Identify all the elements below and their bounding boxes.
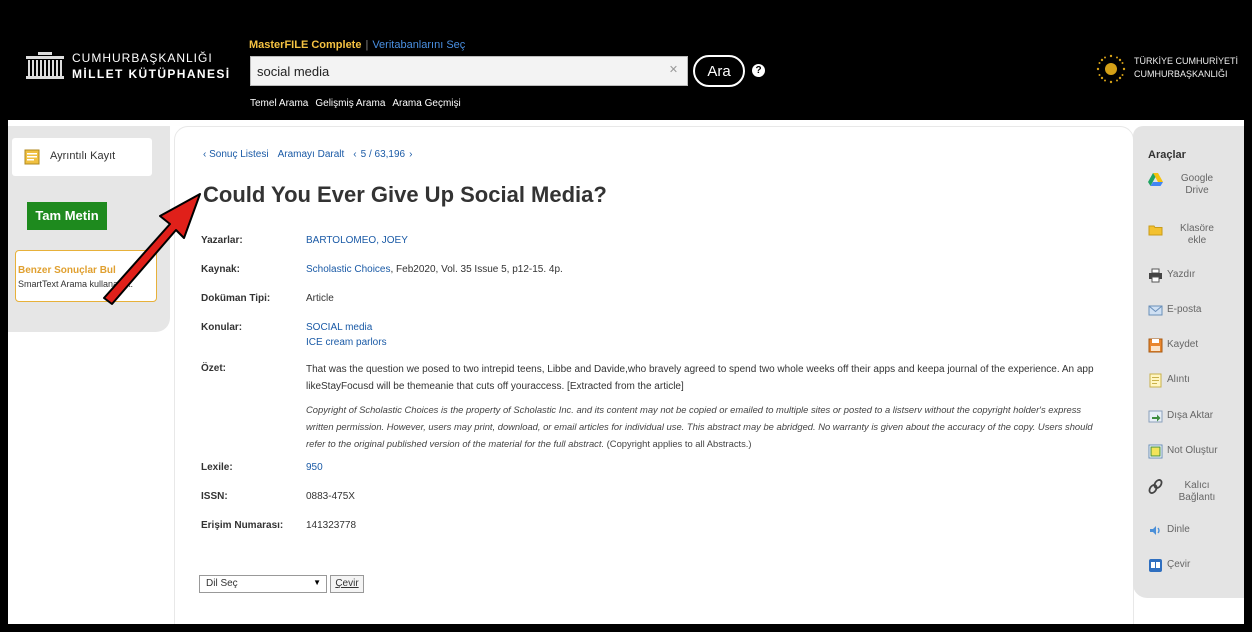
library-logo[interactable]: CUMHURBAŞKANLIĞI MİLLET KÜTÜPHANESİ: [26, 46, 229, 86]
full-text-button[interactable]: Tam Metin: [27, 202, 107, 230]
subjects-label: Konular:: [201, 322, 243, 333]
tab-search-history[interactable]: Arama Geçmişi: [392, 98, 460, 109]
language-select-value: Dil Seç: [206, 578, 238, 589]
tool-label: E-posta: [1167, 304, 1202, 315]
presidency-seal-icon: [1096, 54, 1126, 84]
tools-title: Araçlar: [1148, 149, 1186, 161]
lexile-label: Lexile:: [201, 462, 233, 473]
source-details: , Feb2020, Vol. 35 Issue 5, p12-15. 4p.: [390, 264, 563, 275]
permalink-icon: [1148, 479, 1163, 494]
tool-label: Klasöre ekle: [1180, 223, 1214, 246]
abstract-text: That was the question we posed to two in…: [306, 364, 1094, 392]
tool-label: Dinle: [1167, 524, 1190, 535]
export-icon: [1148, 410, 1163, 423]
issn-value: 0883-475X: [306, 491, 355, 502]
presidency-line-2: CUMHURBAŞKANLIĞI: [1134, 69, 1228, 79]
result-navigation: ‹ Sonuç Listesi Aramayı Daralt ‹ 5 / 63,196…: [203, 149, 421, 160]
document-type-value: Article: [306, 293, 334, 304]
tool-label: Kaydet: [1167, 339, 1199, 350]
clear-search-icon[interactable]: ✕: [668, 65, 679, 76]
result-list-link[interactable]: ‹ Sonuç Listesi: [203, 149, 269, 160]
help-icon[interactable]: ?: [752, 64, 765, 77]
tab-basic-search[interactable]: Temel Arama: [250, 98, 308, 109]
logo-line-1: CUMHURBAŞKANLIĞI: [72, 51, 213, 65]
tool-label: Alıntı: [1167, 374, 1190, 385]
search-box: ✕: [250, 56, 688, 86]
tool-label: Not Oluştur: [1167, 445, 1218, 456]
search-button[interactable]: Ara: [693, 55, 745, 87]
language-select[interactable]: Dil Seç ▼: [199, 575, 327, 593]
tools-sidebar: Araçlar GoogleDrive Klasöreekle Yazdır: [1133, 126, 1244, 598]
accession-number-label: Erişim Numarası:: [201, 520, 284, 531]
tool-label: Dışa Aktar: [1167, 410, 1214, 421]
refine-search-link[interactable]: Aramayı Daralt: [278, 149, 345, 160]
tab-advanced-search[interactable]: Gelişmiş Arama: [315, 98, 385, 109]
abstract-label: Özet:: [201, 363, 226, 374]
red-arrow-annotation: [103, 193, 201, 305]
tool-label: Google Drive: [1180, 173, 1214, 196]
copyright-note: (Copyright applies to all Abstracts.): [604, 438, 752, 449]
subject-link[interactable]: ICE cream parlors: [306, 337, 387, 348]
top-header: CUMHURBAŞKANLIĞI MİLLET KÜTÜPHANESİ Mast…: [8, 8, 1244, 120]
translate-button[interactable]: Çevir: [330, 575, 364, 593]
search-input[interactable]: [257, 61, 657, 81]
logo-line-2: MİLLET KÜTÜPHANESİ: [72, 67, 231, 81]
previous-record-icon[interactable]: ‹: [353, 149, 356, 160]
tool-label: Çevir: [1167, 559, 1191, 570]
next-record-icon[interactable]: ›: [409, 149, 412, 160]
translate-icon: [1149, 559, 1162, 572]
note-icon: [1148, 444, 1163, 459]
library-building-icon: [26, 52, 64, 79]
database-name: MasterFILE Complete: [249, 39, 362, 51]
copyright-notice: Copyright of Scholastic Choices is the p…: [306, 401, 1106, 452]
document-icon: [24, 149, 40, 165]
save-icon: [1148, 338, 1163, 353]
chevron-down-icon: ▼: [313, 578, 321, 587]
lexile-value[interactable]: 950: [306, 462, 323, 473]
record-content: ‹ Sonuç Listesi Aramayı Daralt ‹ 5 / 63,196…: [174, 126, 1134, 624]
detailed-record-tab[interactable]: Ayrıntılı Kayıt: [12, 138, 152, 176]
cite-icon: [1149, 373, 1162, 388]
email-icon: [1148, 305, 1163, 316]
tool-label: Yazdır: [1167, 269, 1196, 280]
presidency-logo: TÜRKİYE CUMHURİYETİ CUMHURBAŞKANLIĞI: [1096, 54, 1244, 88]
search-mode-tabs: Temel Arama Gelişmiş Arama Arama Geçmişi: [250, 98, 468, 109]
presidency-line-1: TÜRKİYE CUMHURİYETİ: [1134, 56, 1239, 66]
authors-value[interactable]: BARTOLOMEO, JOEY: [306, 235, 408, 246]
printer-icon: [1149, 268, 1162, 283]
document-type-label: Doküman Tipi:: [201, 293, 271, 304]
source-value: Scholastic Choices, Feb2020, Vol. 35 Iss…: [306, 264, 563, 275]
detailed-record-label: Ayrıntılı Kayıt: [50, 150, 116, 162]
browser-frame: CUMHURBAŞKANLIĞI MİLLET KÜTÜPHANESİ Mast…: [8, 8, 1244, 624]
accession-number-value: 141323778: [306, 520, 357, 531]
database-line: MasterFILE Complete | Veritabanlarını Seç: [249, 39, 465, 51]
issn-label: ISSN:: [201, 491, 228, 502]
record-position: 5 / 63,196: [360, 149, 406, 160]
source-link[interactable]: Scholastic Choices: [306, 264, 390, 275]
database-separator: |: [365, 39, 369, 51]
folder-icon: [1148, 225, 1163, 236]
article-title: Could You Ever Give Up Social Media?: [203, 182, 607, 207]
listen-icon: [1150, 526, 1160, 535]
google-drive-icon: [1148, 173, 1163, 186]
choose-databases-link[interactable]: Veritabanlarını Seç: [372, 39, 465, 51]
tool-label: Kalıcı Bağlantı: [1178, 480, 1216, 503]
subject-link[interactable]: SOCIAL media: [306, 322, 372, 333]
